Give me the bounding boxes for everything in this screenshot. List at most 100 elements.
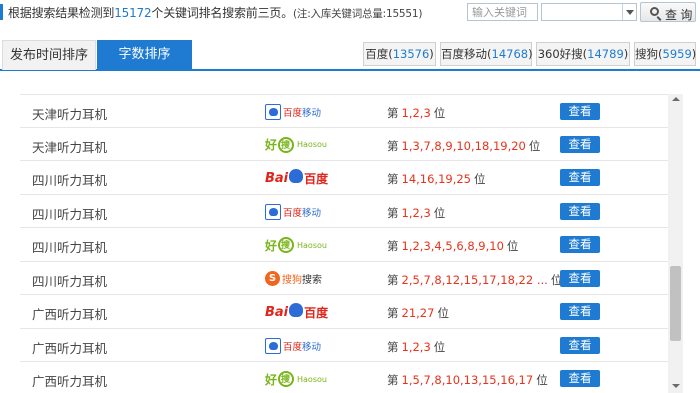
- keyword-text: 广西听力耳机: [32, 374, 108, 389]
- rank-numbers: 21,27: [401, 306, 435, 320]
- engine-count: 5959: [662, 47, 692, 61]
- list-item: 广西听力耳机 百度移动 第 1,2,3 位 查看: [20, 329, 668, 362]
- scroll-thumb[interactable]: [670, 266, 681, 341]
- keyword-text: 天津听力耳机: [32, 139, 108, 155]
- scroll-down-arrow-icon[interactable]: [672, 384, 680, 388]
- view-button[interactable]: 查看: [560, 135, 600, 153]
- sogou-logo-text: 搜狗搜索: [282, 275, 322, 286]
- view-button[interactable]: 查看: [560, 269, 600, 287]
- engine-count: 14768: [491, 47, 529, 61]
- keyword-text: 四川听力耳机: [32, 273, 108, 289]
- rank-numbers: 1,2,3: [401, 205, 431, 220]
- query-button-label: 查 询: [665, 8, 693, 22]
- keyword-search-input[interactable]: [467, 3, 538, 21]
- engine-name: 搜狗: [635, 47, 658, 61]
- haosou-logo: 好搜 Haosou: [265, 368, 335, 390]
- rank-numbers: 1,2,3: [401, 106, 431, 120]
- rank-positions: 第 14,16,19,25 位: [387, 172, 486, 186]
- baidu-mobile-logo: 百度移动: [265, 101, 335, 123]
- sogou-s-icon: S: [265, 271, 280, 286]
- list-item: 广西听力耳机 好搜 Haosou 第 1,5,7,8,10,13,15,16,17 位查看: [20, 362, 668, 393]
- baidu-mobile-logo-text: 百度移动: [283, 341, 322, 353]
- baidu-logo-bai: Bai: [265, 170, 289, 186]
- baidu-paw-icon: [265, 337, 281, 354]
- baidu-paw-icon: [265, 104, 281, 120]
- baidu-paw-icon: [289, 303, 304, 317]
- select-arrow-box[interactable]: [622, 4, 636, 20]
- keyword-text: 广西听力耳机: [32, 340, 108, 356]
- baidu-paw-icon: [289, 169, 304, 183]
- list-item: 广西听力耳机 Bai 百度 第 21,27 位 查看: [20, 295, 668, 329]
- baidu-logo-cn: 百度: [304, 305, 329, 320]
- summary-note: (注:入库关键词总量:15551): [293, 8, 423, 20]
- haosou-magnifier-icon: 搜: [278, 136, 295, 153]
- list-item: 四川听力耳机 S 搜狗搜索 第 2,5,7,8,12,15,17,18,22 ... 位查…: [20, 262, 668, 295]
- rank-numbers: 1,3,7,8,9,10,18,19,20: [401, 138, 526, 153]
- engine-name: 360好搜: [537, 47, 583, 61]
- summary-prefix: 根据搜索结果检测到: [8, 6, 115, 20]
- view-button[interactable]: 查看: [560, 336, 600, 354]
- list-item: 四川听力耳机 百度移动 第 1,2,3 位 查看: [20, 195, 668, 228]
- title-accent-bar: [0, 4, 3, 20]
- baidu-logo: Bai 百度: [265, 301, 335, 323]
- engine-filter-baidu[interactable]: 百度(13576): [363, 42, 436, 66]
- haosou-logo-en: Haosou: [297, 140, 327, 149]
- scroll-up-arrow-icon[interactable]: [672, 97, 680, 101]
- rank-positions: 第 21,27 位: [387, 306, 449, 320]
- query-button[interactable]: 查 询: [640, 2, 696, 22]
- baidu-logo-bai: Bai: [265, 304, 289, 320]
- list-scrollbar[interactable]: [668, 94, 683, 393]
- haosou-logo-hao: 好: [265, 238, 278, 253]
- engine-select[interactable]: [541, 3, 637, 21]
- rank-positions: 第 1,3,7,8,9,10,18,19,20 位: [387, 138, 541, 153]
- rank-numbers: 1,2,3,4,5,6,8,9,10: [401, 239, 504, 253]
- sogou-logo: S 搜狗搜索: [265, 268, 335, 290]
- haosou-logo-hao: 好: [265, 138, 278, 152]
- summary-suffix: 个关键词排名搜索前三页。: [151, 6, 293, 20]
- keyword-text: 广西听力耳机: [32, 307, 108, 322]
- list-item: 四川听力耳机 Bai 百度 第 14,16,19,25 位 查看: [20, 161, 668, 195]
- baidu-mobile-logo: 百度移动: [265, 201, 335, 223]
- view-button[interactable]: 查看: [560, 103, 600, 120]
- engine-name: 百度: [365, 47, 389, 61]
- view-button[interactable]: 查看: [560, 202, 600, 220]
- tab-sort-by-words[interactable]: 字数排序: [97, 40, 192, 70]
- engine-filter-sogou[interactable]: 搜狗(5959): [634, 42, 696, 66]
- keyword-text: 四川听力耳机: [32, 240, 108, 255]
- ranking-list: 天津听力耳机 百度移动第 1,2,3 位查看 天津听力耳机好搜 Haosou 第 1,3,7,…: [20, 94, 668, 393]
- haosou-magnifier-icon: 搜: [278, 237, 295, 253]
- baidu-logo: Bai 百度: [265, 167, 335, 189]
- haosou-logo: 好搜 Haosou: [265, 234, 335, 256]
- view-button[interactable]: 查看: [560, 303, 600, 320]
- haosou-logo: 好搜 Haosou: [265, 134, 335, 156]
- baidu-mobile-logo-text: 百度移动: [283, 207, 322, 219]
- rank-numbers: 1,5,7,8,10,13,15,16,17: [401, 373, 534, 387]
- haosou-logo-en: Haosou: [297, 374, 327, 384]
- view-button[interactable]: 查看: [560, 169, 600, 186]
- engine-count: 13576: [392, 47, 430, 61]
- keyword-text: 四川听力耳机: [32, 173, 108, 188]
- haosou-magnifier-icon: 搜: [278, 371, 295, 387]
- list-item: 四川听力耳机 好搜 Haosou 第 1,2,3,4,5,6,8,9,10 位 查看: [20, 228, 668, 262]
- keyword-count: 15172: [114, 6, 152, 20]
- tab-sort-by-time[interactable]: 发布时间排序: [2, 40, 96, 70]
- engine-filter-baidu-mobile[interactable]: 百度移动(14768): [440, 42, 533, 66]
- rank-positions: 第 1,5,7,8,10,13,15,16,17 位: [387, 373, 548, 387]
- view-button[interactable]: 查看: [560, 370, 600, 387]
- engine-count: 14789: [587, 47, 624, 61]
- baidu-mobile-logo-text: 百度移动: [283, 108, 322, 119]
- engine-filter-360[interactable]: 360好搜(14789): [536, 42, 630, 66]
- rank-positions: 第 1,2,3,4,5,6,8,9,10 位: [387, 239, 519, 253]
- rank-positions: 第 2,5,7,8,12,15,17,18,22 ... 位: [387, 272, 563, 287]
- search-icon: [650, 7, 659, 16]
- summary-text: 根据搜索结果检测到15172个关键词排名搜索前三页。(注:入库关键词总量:155…: [8, 4, 422, 21]
- chevron-down-icon: [626, 10, 634, 15]
- engine-name: 百度移动: [441, 47, 487, 61]
- list-item: 天津听力耳机 百度移动 第 1,2,3 位 查看: [20, 94, 668, 128]
- keyword-text: 四川听力耳机: [32, 206, 108, 222]
- list-item: 天津听力耳机 好搜 Haosou 第 1,3,7,8,9,10,18,19,20 位 查看: [20, 128, 668, 161]
- haosou-logo-hao: 好: [265, 372, 278, 387]
- rank-numbers: 2,5,7,8,12,15,17,18,22 ...: [401, 272, 548, 287]
- view-button[interactable]: 查看: [560, 236, 600, 253]
- rank-numbers: 1,2,3: [401, 339, 431, 354]
